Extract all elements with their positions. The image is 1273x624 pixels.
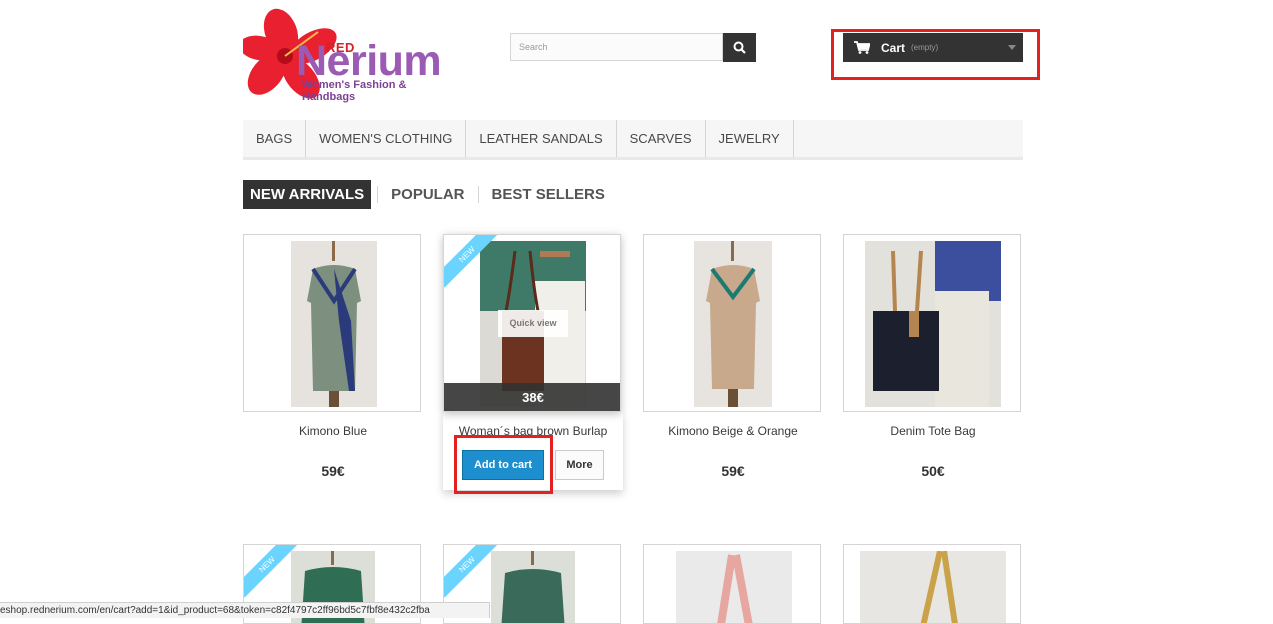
kimono-dress-image: [307, 241, 361, 407]
cart-highlight-box: [831, 29, 1040, 80]
product-name[interactable]: Kimono Beige & Orange: [643, 424, 823, 438]
menu-item-womens-clothing[interactable]: WOMEN'S CLOTHING: [306, 120, 467, 157]
product-card-denim-tote-bag[interactable]: [843, 234, 1021, 412]
product-image[interactable]: [860, 551, 1006, 623]
product-price: 50€: [921, 463, 945, 479]
product-image[interactable]: [865, 241, 1001, 407]
product-price-overlay: 38€: [444, 383, 620, 411]
scarf-image: [717, 554, 753, 623]
scarf-image: [920, 551, 958, 623]
product-card-brown-burlap-bag[interactable]: NEW Quick view 38€: [443, 234, 621, 412]
add-to-cart-highlight-box: [454, 435, 553, 494]
main-menu: BAGS WOMEN'S CLOTHING LEATHER SANDALS SC…: [243, 120, 1023, 160]
product-card[interactable]: [843, 544, 1021, 624]
product-name[interactable]: Denim Tote Bag: [843, 424, 1023, 438]
tab-new-arrivals[interactable]: NEW ARRIVALS: [243, 180, 372, 209]
product-price: 59€: [321, 463, 345, 479]
green-dress-image: [501, 551, 565, 623]
product-card[interactable]: [643, 544, 821, 624]
search-input[interactable]: Search: [510, 33, 723, 61]
product-name[interactable]: Kimono Blue: [243, 424, 423, 438]
product-card-kimono-beige-orange[interactable]: [643, 234, 821, 412]
menu-item-jewelry[interactable]: JEWELRY: [706, 120, 794, 157]
menu-item-bags[interactable]: BAGS: [243, 120, 307, 157]
product-image[interactable]: [291, 241, 377, 407]
kimono-dress-image: [706, 241, 760, 407]
site-logo[interactable]: RED Nerium Women's Fashion & Handbags: [243, 8, 458, 104]
more-button[interactable]: More: [555, 450, 604, 480]
tab-best-sellers[interactable]: BEST SELLERS: [477, 186, 618, 203]
product-image[interactable]: [694, 241, 772, 407]
product-image[interactable]: [676, 551, 792, 623]
product-price: 59€: [721, 463, 745, 479]
browser-status-url: eshop.rednerium.com/en/cart?add=1&id_pro…: [0, 602, 490, 618]
tab-popular[interactable]: POPULAR: [377, 186, 477, 203]
denim-tote-image: [873, 241, 1001, 407]
product-card-kimono-blue[interactable]: [243, 234, 421, 412]
search-button[interactable]: [723, 33, 756, 62]
menu-item-scarves[interactable]: SCARVES: [617, 120, 706, 157]
logo-tagline: Women's Fashion & Handbags: [302, 79, 407, 103]
search-icon: [733, 41, 746, 54]
product-image[interactable]: [491, 551, 575, 623]
menu-item-leather-sandals[interactable]: LEATHER SANDALS: [466, 120, 617, 157]
product-tabs: NEW ARRIVALS POPULAR BEST SELLERS: [243, 180, 618, 209]
quick-view-button[interactable]: Quick view: [498, 310, 568, 337]
